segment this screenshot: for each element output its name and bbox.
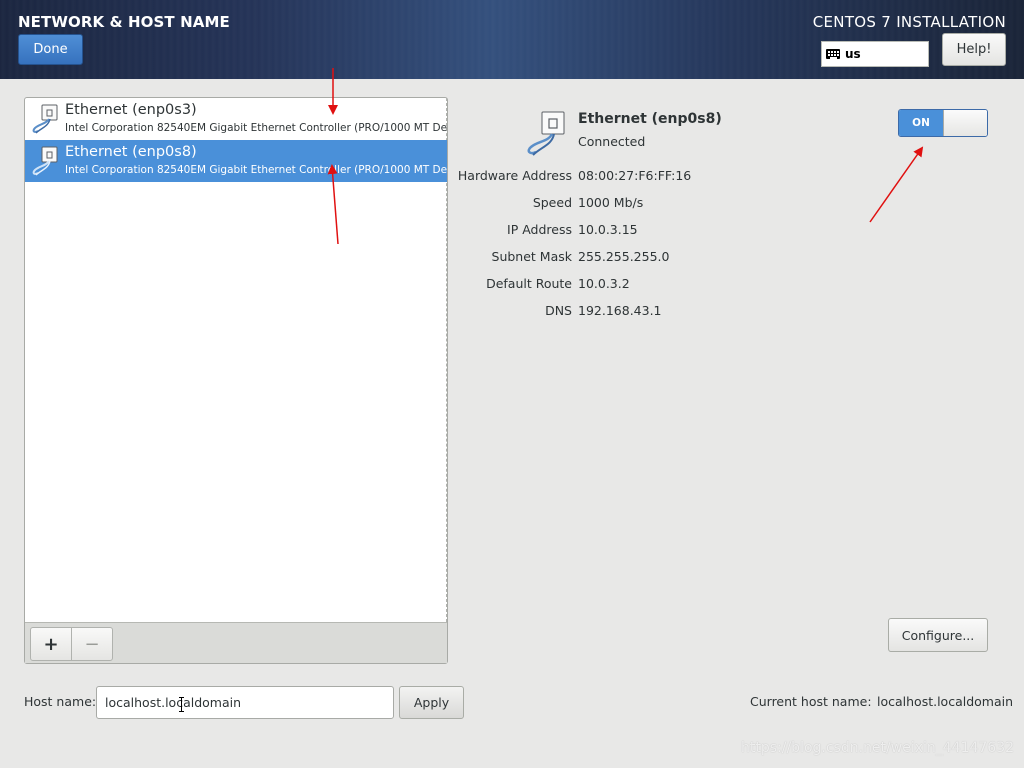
device-description: Intel Corporation 82540EM Gigabit Ethern… [65, 122, 447, 134]
default-route-label: Default Route [486, 276, 572, 291]
switch-knob[interactable] [943, 110, 987, 136]
keyboard-layout-label: us [845, 47, 861, 61]
switch-on-label: ON [899, 110, 943, 136]
remove-device-button[interactable]: − [71, 627, 113, 661]
device-list: Ethernet (enp0s3) Intel Corporation 8254… [24, 97, 448, 664]
connection-status: Connected [578, 134, 646, 149]
subnet-mask-label: Subnet Mask [491, 249, 572, 264]
annotation-arrow [869, 146, 924, 223]
device-row-enp0s8[interactable]: Ethernet (enp0s8) Intel Corporation 8254… [25, 140, 447, 182]
selected-device-name: Ethernet (enp0s8) [578, 111, 722, 127]
connection-toggle-switch[interactable]: ON [898, 109, 988, 137]
current-host-name-value: localhost.localdomain [877, 694, 1014, 709]
help-button[interactable]: Help! [942, 33, 1006, 66]
text-cursor-icon [179, 697, 185, 712]
speed-label: Speed [532, 195, 572, 210]
apply-button[interactable]: Apply [399, 686, 464, 719]
default-route-value: 10.0.3.2 [578, 276, 630, 291]
ethernet-icon [32, 104, 58, 134]
host-name-label: Host name: [24, 694, 97, 709]
device-row-enp0s3[interactable]: Ethernet (enp0s3) Intel Corporation 8254… [25, 98, 447, 140]
add-device-button[interactable]: + [30, 627, 72, 661]
hardware-address-label: Hardware Address [457, 168, 572, 183]
hardware-address-value: 08:00:27:F6:FF:16 [578, 168, 692, 183]
keyboard-layout-indicator[interactable]: us [821, 41, 929, 67]
subnet-mask-value: 255.255.255.0 [578, 249, 670, 264]
ethernet-icon [32, 146, 58, 176]
host-name-input[interactable] [96, 686, 394, 719]
ip-address-value: 10.0.3.15 [578, 222, 638, 237]
product-title: CENTOS 7 INSTALLATION [812, 13, 1006, 31]
watermark: https://blog.csdn.net/weixin_44147632 [741, 740, 1015, 756]
done-button[interactable]: Done [18, 34, 83, 65]
ip-address-label: IP Address [507, 222, 572, 237]
speed-value: 1000 Mb/s [578, 195, 644, 210]
configure-button[interactable]: Configure... [888, 618, 988, 652]
dns-label: DNS [545, 303, 572, 318]
dns-value: 192.168.43.1 [578, 303, 662, 318]
device-list-toolbar: + − [25, 622, 447, 663]
header-background [0, 0, 1024, 79]
header-bar [0, 0, 1024, 79]
spoke-title: NETWORK & HOST NAME [18, 13, 230, 31]
ethernet-icon [527, 111, 565, 156]
current-host-name-label: Current host name: [750, 694, 872, 709]
device-name: Ethernet (enp0s8) [65, 144, 197, 160]
device-description: Intel Corporation 82540EM Gigabit Ethern… [65, 164, 447, 176]
keyboard-icon [826, 49, 840, 59]
device-name: Ethernet (enp0s3) [65, 102, 197, 118]
